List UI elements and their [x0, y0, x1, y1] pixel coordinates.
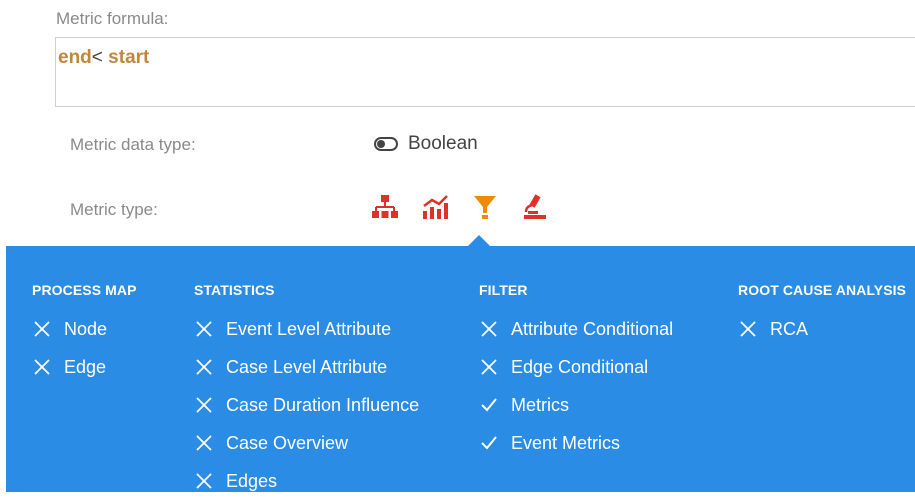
toggle-icon — [374, 137, 398, 151]
formula-token-end: end — [58, 47, 92, 68]
metric-type-label: Metric type: — [70, 200, 158, 219]
option-label: Case Level Attribute — [226, 356, 388, 377]
option-event-metrics[interactable]: Event Metrics — [479, 424, 673, 462]
x-icon — [481, 321, 497, 337]
option-label: Event Level Attribute — [226, 318, 392, 339]
option-label: Attribute Conditional — [511, 318, 674, 339]
filter-icon[interactable] — [470, 192, 500, 222]
process-map-icon[interactable] — [370, 192, 400, 222]
x-icon — [196, 321, 212, 337]
column-process-map: PROCESS MAP Node Edge — [32, 282, 137, 386]
column-statistics: STATISTICS Event Level Attribute Case Leve… — [194, 282, 419, 500]
x-icon — [740, 321, 756, 337]
x-icon — [481, 359, 497, 375]
option-rca[interactable]: RCA — [738, 310, 906, 348]
statistics-icon[interactable] — [420, 192, 450, 222]
formula-label: Metric formula: — [56, 9, 169, 28]
check-icon — [481, 436, 497, 450]
option-case-duration-influence[interactable]: Case Duration Influence — [194, 386, 419, 424]
option-case-overview[interactable]: Case Overview — [194, 424, 419, 462]
x-icon — [34, 321, 50, 337]
option-label: Case Duration Influence — [226, 394, 420, 415]
column-heading: PROCESS MAP — [32, 282, 137, 298]
x-icon — [196, 435, 212, 451]
x-icon — [196, 359, 212, 375]
x-icon — [34, 359, 50, 375]
column-filter: FILTER Attribute Conditional Edge Conditio… — [479, 282, 673, 462]
option-label: RCA — [770, 318, 809, 339]
x-icon — [196, 473, 212, 489]
metric-type-selector — [370, 192, 550, 222]
option-node[interactable]: Node — [32, 310, 137, 348]
option-label: Node — [64, 318, 108, 339]
data-type-text: Boolean — [408, 133, 478, 154]
option-attribute-conditional[interactable]: Attribute Conditional — [479, 310, 673, 348]
option-event-level-attribute[interactable]: Event Level Attribute — [194, 310, 419, 348]
option-metrics[interactable]: Metrics — [479, 386, 673, 424]
option-label: Case Overview — [226, 432, 349, 453]
column-heading: STATISTICS — [194, 282, 275, 298]
column-heading: FILTER — [479, 282, 528, 298]
option-label: Edge — [64, 356, 107, 377]
option-edges[interactable]: Edges — [194, 462, 419, 500]
x-icon — [196, 397, 212, 413]
option-label: Edges — [226, 470, 278, 491]
column-root-cause-analysis: ROOT CAUSE ANALYSIS RCA — [738, 282, 906, 348]
formula-text[interactable]: end< start — [58, 47, 149, 69]
formula-token-operator: < — [91, 47, 103, 68]
data-type-value[interactable]: Boolean — [374, 133, 478, 155]
option-label: Event Metrics — [511, 432, 621, 453]
column-heading: ROOT CAUSE ANALYSIS — [738, 282, 907, 298]
option-label: Metrics — [511, 394, 569, 415]
data-type-label: Metric data type: — [70, 135, 196, 154]
option-label: Edge Conditional — [511, 356, 649, 377]
microscope-icon[interactable] — [520, 192, 550, 222]
formula-editor[interactable]: end< start — [55, 37, 915, 107]
option-case-level-attribute[interactable]: Case Level Attribute — [194, 348, 419, 386]
option-edge[interactable]: Edge — [32, 348, 137, 386]
check-icon — [481, 398, 497, 412]
formula-token-start: start — [102, 47, 150, 68]
option-edge-conditional[interactable]: Edge Conditional — [479, 348, 673, 386]
